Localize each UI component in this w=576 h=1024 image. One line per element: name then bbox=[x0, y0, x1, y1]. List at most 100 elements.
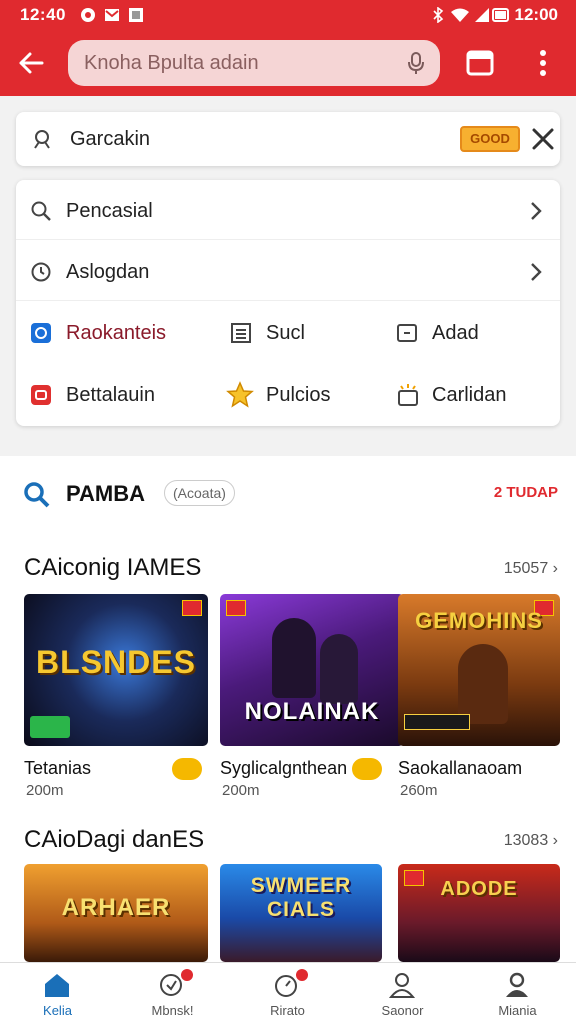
wifi-icon bbox=[451, 8, 469, 22]
pamba-link[interactable]: 2 TUDAP bbox=[494, 484, 558, 501]
nav-item-home[interactable]: Kelia bbox=[0, 963, 115, 1024]
badge-icon bbox=[182, 600, 202, 616]
game-card[interactable]: ARHAER bbox=[24, 864, 208, 962]
nav-item-timer[interactable]: Rirato bbox=[230, 963, 345, 1024]
suggestions-panel: Pencasial Aslogdan Raokanteis Sucl Adad … bbox=[16, 180, 560, 426]
address-bar[interactable]: Knoha Bpulta adain bbox=[68, 40, 440, 86]
quick-link-carlidan[interactable]: Carlidan bbox=[382, 364, 560, 424]
character-silhouette bbox=[272, 618, 316, 698]
bottom-navigation: Kelia Mbnsk! Rirato Saonor Miania bbox=[0, 962, 576, 1024]
tabs-icon[interactable] bbox=[466, 50, 494, 76]
game-art-title: SWMEER CIALS bbox=[250, 874, 352, 921]
suggestion-label: Pencasial bbox=[66, 200, 153, 222]
game-card[interactable]: SWMEER CIALS bbox=[220, 864, 382, 962]
add-box-icon bbox=[397, 324, 417, 342]
battery-icon bbox=[492, 8, 509, 22]
signal-icon bbox=[475, 8, 489, 22]
quick-link-label: Adad bbox=[432, 322, 479, 344]
quick-link-label: Raokanteis bbox=[66, 322, 167, 344]
rating-badge bbox=[352, 758, 382, 780]
blue-app-icon bbox=[31, 323, 51, 343]
photo-icon bbox=[129, 8, 143, 22]
game-size: 200m bbox=[26, 782, 64, 799]
game-size: 200m bbox=[222, 782, 260, 799]
game-ribbon bbox=[30, 716, 70, 738]
section-title: CAiconig IAMES bbox=[24, 554, 202, 581]
quick-link-adad[interactable]: Adad bbox=[382, 302, 560, 362]
rating-badge bbox=[172, 758, 202, 780]
back-arrow-icon[interactable] bbox=[14, 46, 48, 80]
pamba-chip[interactable]: (Acoata) bbox=[164, 480, 235, 506]
section-count[interactable]: 13083 › bbox=[504, 832, 558, 850]
notification-dot bbox=[296, 969, 308, 981]
search-icon bbox=[31, 201, 51, 221]
quick-link-bettalauin[interactable]: Bettalauin bbox=[16, 364, 216, 424]
game-art: SWMEER CIALS bbox=[220, 864, 382, 962]
profile-icon bbox=[506, 972, 528, 997]
quick-link-label: Sucl bbox=[266, 322, 305, 344]
nav-item-account[interactable]: Saonor bbox=[345, 963, 460, 1024]
more-options-icon[interactable] bbox=[532, 48, 554, 78]
game-card[interactable]: GEMOHINS Saokallanaoam 260m bbox=[398, 594, 560, 804]
game-art: ARHAER bbox=[24, 864, 208, 962]
game-name: Syglicalgnthean bbox=[220, 758, 348, 778]
nav-label: Mbnsk! bbox=[151, 1003, 194, 1018]
nav-item-games[interactable]: Mbnsk! bbox=[115, 963, 230, 1024]
suggestion-row[interactable]: Pencasial bbox=[16, 180, 560, 240]
top-app-bar: 12:40 12:00 Knoha Bpulta adain bbox=[0, 0, 576, 96]
quick-link-sucl[interactable]: Sucl bbox=[216, 302, 386, 362]
status-time: 12:40 bbox=[20, 5, 66, 24]
nav-item-profile[interactable]: Miania bbox=[460, 963, 575, 1024]
address-bar-text: Knoha Bpulta adain bbox=[84, 52, 259, 74]
game-card[interactable]: ADODE bbox=[398, 864, 560, 962]
quick-link-raokanteis[interactable]: Raokanteis bbox=[16, 302, 216, 362]
character-silhouette bbox=[458, 644, 508, 724]
game-art-title: ARHAER bbox=[61, 894, 171, 921]
account-icon bbox=[388, 973, 416, 998]
status-time-right: 12:00 bbox=[514, 5, 558, 24]
clock-icon bbox=[31, 262, 51, 282]
search-query: Garcakin bbox=[70, 128, 151, 150]
game-art: ADODE bbox=[398, 864, 560, 962]
nav-label: Kelia bbox=[43, 1003, 72, 1018]
quick-link-label: Bettalauin bbox=[66, 384, 155, 406]
close-icon[interactable] bbox=[530, 126, 556, 152]
section-title: CAioDagi danES bbox=[24, 826, 205, 853]
list-icon bbox=[231, 323, 251, 343]
notification-dot bbox=[181, 969, 193, 981]
nav-label: Saonor bbox=[381, 1003, 424, 1018]
pamba-title: PAMBA bbox=[66, 481, 146, 506]
nav-label: Miania bbox=[498, 1003, 537, 1018]
game-name: Tetanias bbox=[24, 758, 92, 778]
search-box[interactable]: Garcakin GOOD bbox=[16, 112, 560, 166]
sparkle-box-icon bbox=[398, 384, 418, 406]
game-art: NOLAINAK bbox=[220, 594, 404, 746]
game-art-title: ADODE bbox=[440, 878, 518, 900]
character-silhouette bbox=[320, 634, 358, 704]
section-count[interactable]: 15057 › bbox=[504, 560, 558, 578]
game-card[interactable]: BLSNDES Tetanias 200m bbox=[24, 594, 208, 804]
game-art: GEMOHINS bbox=[398, 594, 560, 746]
chevron-right-icon bbox=[531, 263, 542, 281]
search-icon bbox=[24, 482, 50, 508]
mail-icon bbox=[105, 9, 119, 21]
status-bar: 12:40 12:00 bbox=[0, 0, 576, 30]
red-app-icon bbox=[31, 385, 51, 405]
main-content: PAMBA (Acoata) 2 TUDAP CAiconig IAMES 15… bbox=[0, 456, 576, 962]
badge-icon bbox=[226, 600, 246, 616]
bluetooth-icon bbox=[433, 7, 444, 23]
notification-icon bbox=[81, 8, 95, 22]
game-ribbon bbox=[404, 714, 470, 730]
game-art-title: BLSNDES bbox=[36, 644, 196, 680]
game-name: Saokallanaoam bbox=[398, 758, 523, 778]
suggestion-row[interactable]: Aslogdan bbox=[16, 241, 560, 301]
search-settings-icon bbox=[34, 130, 50, 149]
microphone-icon[interactable] bbox=[404, 51, 428, 75]
game-size: 260m bbox=[400, 782, 438, 799]
game-art-title: NOLAINAK bbox=[244, 698, 380, 725]
home-icon bbox=[45, 974, 69, 997]
game-card[interactable]: NOLAINAK Syglicalgnthean 200m bbox=[220, 594, 404, 804]
quick-link-pulcios[interactable]: Pulcios bbox=[216, 364, 386, 424]
promo-badge[interactable]: GOOD bbox=[460, 126, 520, 152]
nav-label: Rirato bbox=[270, 1003, 305, 1018]
